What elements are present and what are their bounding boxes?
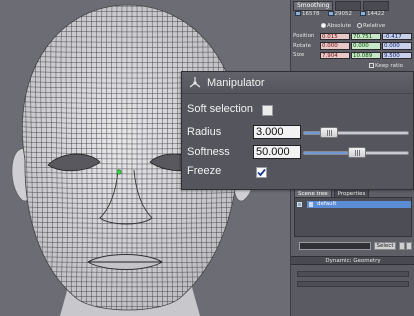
transform-row-rotate: Rotate 0.000 0.000 0.000: [293, 42, 413, 51]
coordinate-mode: Absolute Relative: [321, 23, 385, 29]
softness-input[interactable]: 50.000: [253, 145, 301, 159]
freeze-checkbox[interactable]: [256, 167, 267, 178]
edge-count: 29052: [327, 11, 352, 17]
freeze-label: Freeze: [187, 165, 222, 177]
checkmark-icon: [257, 168, 266, 177]
rotate-label: Rotate: [293, 42, 312, 49]
scene-search-input[interactable]: [299, 242, 371, 250]
select-button[interactable]: Select: [374, 242, 396, 250]
radius-input[interactable]: 3.000: [253, 125, 301, 139]
soft-selection-label: Soft selection: [187, 103, 254, 115]
position-y-field[interactable]: 70.751: [351, 32, 381, 40]
visibility-icon[interactable]: [297, 202, 302, 207]
position-label: Position: [293, 33, 315, 40]
manipulator-panel: Manipulator Soft selection Radius 3.000 …: [181, 71, 414, 190]
dynamic-geometry-header[interactable]: Dynamic: Geometry: [291, 256, 414, 265]
softness-slider-thumb[interactable]: [348, 147, 366, 158]
transform-row-size: Size 7.904 10.089 9.500: [293, 51, 413, 60]
top-tab-strip: Smoothing: [293, 1, 390, 11]
transform-table: Position 0.015 70.751 -0.417 Rotate 0.00…: [293, 32, 413, 61]
softness-slider[interactable]: [303, 147, 409, 158]
options-button-2[interactable]: [406, 242, 412, 250]
radio-dot-icon: [357, 23, 363, 28]
vertex-count-icon: [295, 11, 301, 16]
tab-3[interactable]: [363, 1, 390, 11]
radius-label: Radius: [187, 126, 222, 138]
dynamic-bar: [297, 281, 409, 287]
rotate-x-field[interactable]: 0.000: [320, 42, 350, 50]
keep-ratio-checkbox[interactable]: Keep ratio: [369, 63, 403, 69]
vertex-count: 16578: [295, 11, 320, 17]
position-z-field[interactable]: -0.417: [382, 32, 412, 40]
radius-slider-thumb[interactable]: [320, 127, 339, 138]
size-x-field[interactable]: 7.904: [320, 51, 350, 59]
face-count-icon: [360, 11, 366, 16]
mesh-stats: 16578 29052 14422: [295, 11, 385, 17]
soft-selection-checkbox[interactable]: [262, 105, 273, 116]
rotate-y-field[interactable]: 0.000: [351, 42, 381, 50]
rotate-z-field[interactable]: 0.000: [382, 42, 412, 50]
size-label: Size: [293, 52, 305, 59]
position-x-field[interactable]: 0.015: [320, 32, 350, 40]
options-button-1[interactable]: [399, 242, 405, 250]
radio-absolute[interactable]: Absolute: [321, 23, 351, 29]
selected-vertex[interactable]: [116, 169, 122, 175]
scene-tree-list: default: [294, 197, 412, 237]
radio-dot-icon: [321, 23, 326, 28]
manipulator-header[interactable]: Manipulator: [182, 72, 413, 94]
scene-item-default[interactable]: default: [297, 201, 411, 208]
transform-row-position: Position 0.015 70.751 -0.417: [293, 32, 413, 41]
manipulator-icon: [189, 77, 201, 88]
tab-smoothing[interactable]: Smoothing: [293, 1, 334, 11]
dynamic-geometry-body: [291, 265, 414, 316]
edge-count-icon: [327, 11, 334, 16]
face-count: 14422: [360, 11, 385, 17]
softness-label: Softness: [187, 146, 230, 158]
manipulator-title: Manipulator: [207, 77, 265, 89]
lock-icon[interactable]: [309, 202, 313, 207]
size-z-field[interactable]: 9.500: [382, 51, 412, 59]
size-y-field[interactable]: 10.089: [351, 51, 381, 59]
radius-slider[interactable]: [303, 127, 409, 138]
dynamic-bar: [297, 271, 409, 277]
tab-2[interactable]: [335, 1, 362, 11]
checkbox-icon: [369, 63, 374, 68]
radio-relative[interactable]: Relative: [357, 23, 385, 29]
